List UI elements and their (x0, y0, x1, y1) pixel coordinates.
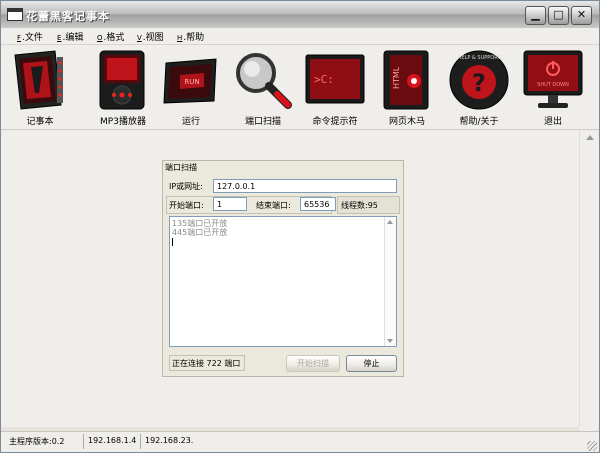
toolbar-portscan-label: 端口扫描 (244, 117, 281, 127)
end-port-input[interactable]: 65536 (300, 197, 336, 211)
svg-text:SHUT DOWN: SHUT DOWN (537, 82, 569, 88)
toolbar-webtrojan-label: 网页木马 (388, 117, 425, 127)
toolbar-run-label: 运行 (181, 117, 200, 127)
scan-log[interactable]: 135端口已开放 445端口已开放 (169, 216, 397, 347)
svg-text:?: ? (472, 69, 486, 97)
menu-bar: F.文件 E.编辑 O.格式 V.视图 H.帮助 (1, 28, 599, 45)
toolbar-notepad-label: 记事本 (26, 117, 54, 127)
toolbar-portscan-button[interactable]: 端口扫描 (232, 45, 294, 127)
help-support-icon: ? HELP & SUPPORT (449, 50, 509, 110)
toolbar-mp3-button[interactable]: MP3播放器 (92, 45, 154, 127)
toolbar-webtrojan-button[interactable]: HTML 网页木马 (376, 45, 438, 127)
text-caret (172, 238, 173, 246)
toolbar: 记事本 MP3播放器 RUN 运行 端口扫描 >C: 命令提示符 HTML 网页… (1, 45, 599, 130)
port-scan-panel: 端口扫描 IP或网址: 127.0.0.1 开始端口: 1 结束端口: 6553… (162, 160, 404, 377)
run-icon: RUN (163, 58, 217, 104)
menu-format[interactable]: O.格式 (97, 30, 124, 43)
end-port-label: 结束端口: (256, 201, 291, 210)
start-port-input[interactable]: 1 (213, 197, 247, 211)
status-separator (83, 434, 84, 449)
toolbar-run-button[interactable]: RUN 运行 (160, 45, 222, 127)
toolbar-notepad-button[interactable]: 记事本 (9, 45, 71, 127)
threads-count: 线程数:95 (337, 196, 400, 214)
svg-text:HTML: HTML (392, 66, 401, 89)
toolbar-cmd-label: 命令提示符 (312, 117, 358, 127)
status-separator (140, 434, 141, 449)
close-button[interactable]: ✕ (571, 6, 592, 25)
toolbar-exit-label: 退出 (543, 117, 562, 127)
main-window: 花蕾黑客记事本 ▁ □ ✕ F.文件 E.编辑 O.格式 V.视图 H.帮助 记… (0, 0, 600, 453)
svg-text:>C:: >C: (314, 73, 334, 86)
log-line: 445端口已开放 (172, 228, 228, 237)
ip-address-2: 192.168.23. (145, 436, 194, 445)
toolbar-help-label: 帮助/关于 (459, 117, 499, 127)
scan-status: 正在连接 722 端口 (169, 355, 245, 371)
svg-text:RUN: RUN (184, 78, 199, 86)
shutdown-monitor-icon: SHUT DOWN (523, 50, 583, 108)
toolbar-cmd-button[interactable]: >C: 命令提示符 (302, 45, 368, 127)
status-bar: 主程序版本:0.2 192.168.1.4 192.168.23. (1, 431, 599, 452)
ip-label: IP或网址: (169, 182, 203, 191)
notepad-icon (14, 50, 63, 110)
log-scroll-down-icon[interactable] (387, 339, 393, 343)
magnifier-icon (236, 53, 292, 109)
title-bar[interactable]: 花蕾黑客记事本 ▁ □ ✕ (1, 1, 599, 29)
ip-input[interactable]: 127.0.0.1 (213, 179, 397, 193)
start-scan-button[interactable]: 开始扫描 (286, 355, 340, 372)
toolbar-help-button[interactable]: ? HELP & SUPPORT 帮助/关于 (444, 45, 514, 127)
window-title: 花蕾黑客记事本 (26, 10, 110, 23)
start-port-label: 开始端口: (169, 201, 204, 210)
html-icon: HTML (383, 50, 429, 110)
menu-edit[interactable]: E.编辑 (57, 30, 83, 43)
maximize-button[interactable]: □ (548, 6, 569, 25)
minimize-button[interactable]: ▁ (525, 6, 546, 25)
svg-text:HELP & SUPPORT: HELP & SUPPORT (458, 55, 502, 61)
stop-button[interactable]: 停止 (346, 355, 397, 372)
command-prompt-icon: >C: (305, 54, 365, 104)
port-scan-title: 端口扫描 (165, 163, 197, 172)
vertical-scrollbar[interactable] (579, 130, 599, 427)
toolbar-exit-button[interactable]: SHUT DOWN 退出 (520, 45, 586, 127)
menu-view[interactable]: V.视图 (137, 30, 164, 43)
ip-address-1: 192.168.1.4 (88, 436, 137, 445)
version-text: 主程序版本:0.2 (9, 437, 65, 446)
app-icon (7, 8, 23, 21)
mp3-player-icon (99, 50, 145, 110)
log-scroll-up-icon[interactable] (387, 220, 393, 224)
scroll-up-arrow-icon[interactable] (586, 135, 594, 140)
resize-grip-icon[interactable] (587, 441, 597, 451)
log-scrollbar[interactable] (384, 217, 396, 346)
toolbar-mp3-label: MP3播放器 (100, 117, 146, 127)
menu-help[interactable]: H.帮助 (177, 30, 204, 43)
menu-file[interactable]: F.文件 (17, 30, 43, 43)
